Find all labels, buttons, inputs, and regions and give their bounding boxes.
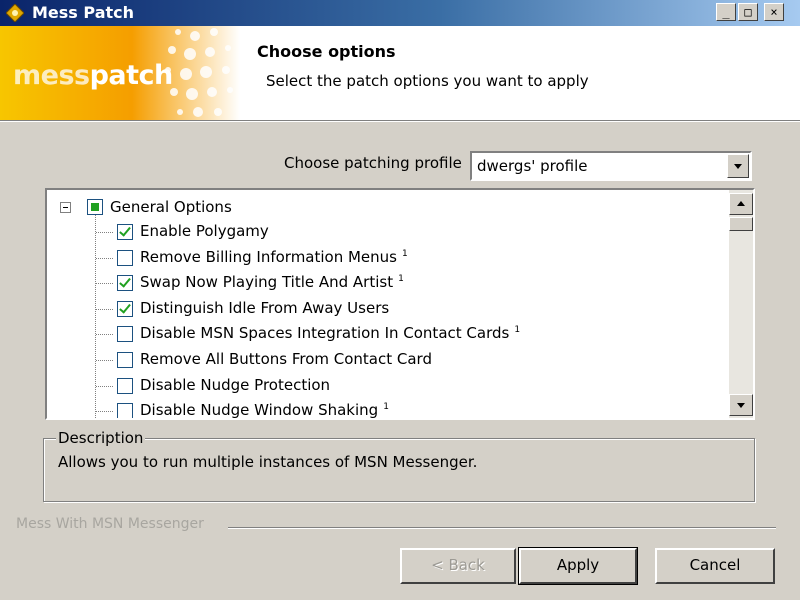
tree-branch-line [96,283,113,285]
chevron-down-icon [737,403,745,408]
footer-divider [228,527,776,529]
tree-branch-line [96,334,113,336]
tree-branch-line [96,232,113,233]
tree-item[interactable]: Disable Nudge Window Shaking 1 [47,400,727,420]
scroll-thumb[interactable] [729,217,753,231]
option-checkbox[interactable] [117,377,133,394]
tree-root-general-options[interactable]: General Options [47,196,727,218]
tree-root-label: General Options [110,198,232,216]
page-subtitle: Select the patch options you want to app… [266,72,589,90]
option-label: Remove Billing Information Menus 1 [140,247,408,266]
tree-branch-line [96,360,113,361]
option-checkbox[interactable] [117,352,133,368]
option-checkbox[interactable] [117,403,133,418]
scroll-down-button[interactable] [729,394,753,416]
window-title: Mess Patch [32,3,135,22]
logo-text: messpatch [13,60,173,91]
option-label: Disable Nudge Window Shaking 1 [140,401,389,420]
tree-item[interactable]: Swap Now Playing Title And Artist 1 [47,272,727,294]
dropdown-button[interactable] [727,154,749,178]
close-button[interactable]: × [764,3,784,21]
footnote-marker: 1 [383,402,389,413]
tree-branch-line [96,385,113,387]
description-text: Allows you to run multiple instances of … [58,453,478,471]
tree-item[interactable]: Remove All Buttons From Contact Card [47,349,727,371]
profile-dropdown[interactable]: dwergs' profile [470,151,752,181]
option-label: Swap Now Playing Title And Artist 1 [140,273,404,292]
option-label: Remove All Buttons From Contact Card [140,350,432,368]
scroll-up-button[interactable] [729,193,753,215]
maximize-button[interactable]: □ [738,3,758,21]
description-legend: Description [56,429,146,447]
tree-branch-line [96,308,113,310]
options-tree[interactable]: General Options Enable Polygamy Remove Bi… [45,188,755,420]
brand-label: Mess With MSN Messenger [16,516,204,532]
app-icon [6,4,24,22]
chevron-down-icon [734,164,742,169]
option-label: Distinguish Idle From Away Users [140,298,390,317]
cancel-button[interactable]: Cancel [655,548,775,584]
minimize-button[interactable]: _ [716,3,736,21]
chevron-up-icon [737,201,745,206]
tree-branch-line [96,411,113,413]
option-label: Disable Nudge Protection [140,375,331,394]
option-label: Disable MSN Spaces Integration In Contac… [140,324,521,343]
tree-item[interactable]: Remove Billing Information Menus 1 [47,247,727,269]
profile-value: dwergs' profile [477,157,588,175]
logo: messpatch [0,26,240,120]
option-checkbox[interactable] [117,249,133,266]
tree-item[interactable]: Enable Polygamy [47,221,727,243]
option-checkbox[interactable] [117,326,133,343]
tri-state-checkbox[interactable] [87,199,103,215]
page-title: Choose options [257,42,396,61]
profile-label: Choose patching profile [284,154,462,172]
footnote-marker: 1 [402,248,408,259]
tree-item[interactable]: Disable MSN Spaces Integration In Contac… [47,323,727,345]
footnote-marker: 1 [398,274,404,285]
apply-button[interactable]: Apply [518,547,638,585]
option-checkbox[interactable] [117,300,133,317]
option-label: Enable Polygamy [140,222,269,240]
footnote-marker: 1 [514,325,521,336]
option-checkbox[interactable] [117,224,133,240]
tree-item[interactable]: Disable Nudge Protection [47,375,727,397]
wizard-header: messpatch Choose options Select the patc… [0,26,800,120]
title-bar[interactable]: Mess Patch _ □ × [0,0,800,26]
back-button[interactable]: < Back [400,548,516,584]
header-divider [0,120,800,122]
collapse-icon[interactable] [60,202,71,213]
vertical-scrollbar[interactable] [729,190,753,418]
option-checkbox[interactable] [117,275,133,292]
tree-branch-line [96,257,113,259]
tree-item[interactable]: Distinguish Idle From Away Users [47,298,727,320]
